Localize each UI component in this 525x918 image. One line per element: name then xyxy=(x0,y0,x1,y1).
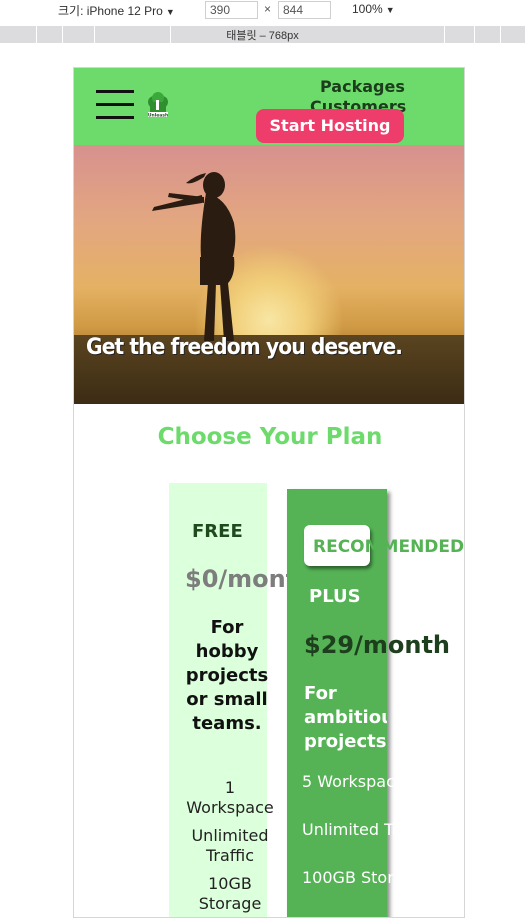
plan-feature-free: 1 Workspace xyxy=(186,778,274,817)
plan-description-free: For hobby projects or small teams. xyxy=(185,617,269,734)
plan-name-free: FREE xyxy=(192,521,243,542)
device-select[interactable]: 크기: iPhone 12 Pro ▼ xyxy=(58,2,175,19)
plan-name-plus: PLUS xyxy=(309,586,361,607)
recommended-badge-label: RECOMMENDED xyxy=(313,537,465,557)
plan-price-free: $0/month xyxy=(185,565,295,593)
plan-feature-free: Unlimited Traffic xyxy=(191,826,269,865)
page-viewport: Unleash Packages Customers Start Hosting xyxy=(73,67,465,918)
hero-silhouette-image xyxy=(152,172,236,341)
start-hosting-button[interactable]: Start Hosting xyxy=(256,109,404,143)
plan-feature-plus: Unlimited Traffic xyxy=(302,820,433,839)
hero-tagline: Get the freedom you deserve. xyxy=(86,335,403,360)
site-header: Unleash Packages Customers Start Hosting xyxy=(74,68,464,145)
plan-feature-free: 10GB Storage xyxy=(198,874,262,913)
dropdown-caret-icon: ▼ xyxy=(165,7,175,17)
devtools-toolbar: 크기: iPhone 12 Pro ▼ 390 × 844 100% ▼ xyxy=(0,0,525,20)
nav-link-packages[interactable]: Packages xyxy=(306,77,406,97)
plan-price-plus: $29/month xyxy=(304,631,451,659)
hero-banner: Get the freedom you deserve. xyxy=(74,145,464,404)
plan-feature-plus: 5 Workspaces xyxy=(302,772,414,791)
dimension-separator: × xyxy=(264,2,272,16)
logo-icon[interactable]: Unleash xyxy=(144,92,172,120)
device-label: 크기: iPhone 12 Pro xyxy=(58,4,163,18)
width-input[interactable]: 390 xyxy=(205,1,258,19)
hamburger-menu-icon[interactable] xyxy=(96,88,136,122)
zoom-select[interactable]: 100% ▼ xyxy=(352,2,395,16)
media-query-bar[interactable]: 태블릿 – 768px xyxy=(0,26,525,43)
plan-feature-plus: 100GB Storage xyxy=(302,868,424,887)
height-input[interactable]: 844 xyxy=(278,1,331,19)
breakpoint-label: 태블릿 – 768px xyxy=(226,30,299,42)
zoom-label: 100% xyxy=(352,2,383,16)
plan-description-clip: For ambitious projects. xyxy=(287,678,387,758)
plan-description-plus: For ambitious projects. xyxy=(304,683,387,752)
zoom-caret-icon: ▼ xyxy=(385,5,395,15)
logo-text: Unleash xyxy=(148,113,168,119)
plans-title: Choose Your Plan xyxy=(157,424,383,450)
